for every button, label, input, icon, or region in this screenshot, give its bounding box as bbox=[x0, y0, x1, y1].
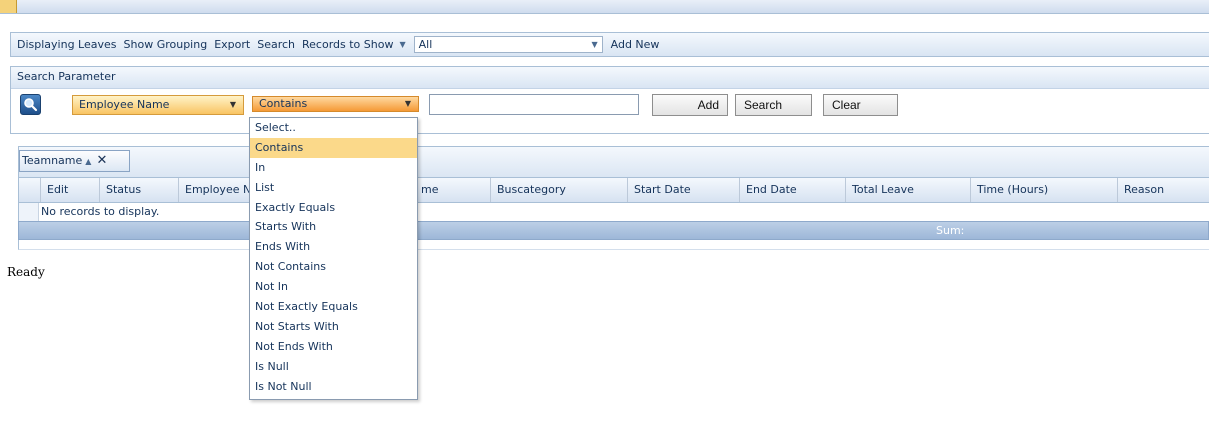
dropdown-option[interactable]: Exactly Equals bbox=[250, 198, 417, 218]
group-chip-teamname[interactable]: Teamname ▲ ✕ bbox=[19, 150, 130, 172]
sort-ascending-icon[interactable]: ▲ bbox=[85, 157, 91, 166]
dropdown-option[interactable]: Contains bbox=[250, 137, 417, 158]
column-start-date[interactable]: Start Date bbox=[627, 178, 739, 202]
dropdown-option[interactable]: Is Not Null bbox=[250, 377, 417, 397]
search-submit-button[interactable]: Search bbox=[735, 94, 812, 116]
dropdown-option[interactable]: Select.. bbox=[250, 118, 417, 138]
records-to-show-value: All bbox=[418, 38, 433, 51]
dropdown-option[interactable]: Not Starts With bbox=[250, 317, 417, 337]
dropdown-option[interactable]: Ends With bbox=[250, 237, 417, 257]
row-indent bbox=[19, 203, 39, 221]
operator-dropdown-list: Select.. Contains In List Exactly Equals Star… bbox=[249, 117, 418, 400]
records-to-show-select[interactable]: All ▼ bbox=[413, 36, 603, 53]
dropdown-option[interactable]: Starts With bbox=[250, 217, 417, 237]
add-new-button[interactable]: Add New bbox=[611, 38, 660, 51]
chevron-down-icon: ▼ bbox=[591, 40, 598, 49]
dropdown-option[interactable]: In bbox=[250, 158, 417, 178]
grid-footer: Sum: bbox=[18, 221, 1209, 240]
column-reason[interactable]: Reason bbox=[1117, 178, 1209, 202]
operator-select[interactable]: Contains ▼ bbox=[252, 96, 419, 112]
search-value-input[interactable] bbox=[429, 94, 639, 115]
no-records-text: No records to display. bbox=[41, 205, 160, 218]
dropdown-option[interactable]: Not Exactly Equals bbox=[250, 297, 417, 317]
column-status[interactable]: Status bbox=[99, 178, 178, 202]
grid-toolbar: Displaying Leaves Show Grouping Export S… bbox=[10, 32, 1209, 57]
chevron-down-icon: ▼ bbox=[404, 99, 411, 108]
column-edit[interactable]: Edit bbox=[40, 178, 99, 202]
dropdown-option[interactable]: List bbox=[250, 178, 417, 198]
operator-select-value: Contains bbox=[259, 97, 308, 110]
add-button[interactable]: Add bbox=[652, 94, 728, 116]
chevron-down-icon[interactable]: ▼ bbox=[399, 40, 405, 49]
dropdown-option[interactable]: Not Ends With bbox=[250, 337, 417, 357]
column-time-hours[interactable]: Time (Hours) bbox=[970, 178, 1117, 202]
displaying-leaves-label: Displaying Leaves bbox=[17, 38, 117, 51]
column-buscategory[interactable]: Buscategory bbox=[490, 178, 627, 202]
search-parameter-panel: Search Parameter Employee Name ▼ Contain… bbox=[10, 66, 1209, 134]
group-panel: Teamname ▲ ✕ bbox=[18, 146, 1209, 178]
status-text: Ready bbox=[7, 265, 45, 279]
header-indent bbox=[19, 178, 40, 202]
search-parameter-header: Search Parameter bbox=[11, 67, 1209, 89]
dropdown-option[interactable]: Is Null bbox=[250, 357, 417, 377]
clear-button[interactable]: Clear bbox=[823, 94, 898, 116]
records-to-show-label: Records to Show bbox=[302, 38, 394, 51]
dropdown-option[interactable]: Not Contains bbox=[250, 257, 417, 277]
grid-bottom bbox=[18, 240, 1209, 250]
window-top-strip bbox=[0, 0, 1209, 14]
search-icon[interactable] bbox=[20, 94, 41, 115]
chevron-down-icon: ▼ bbox=[229, 100, 236, 109]
show-grouping-button[interactable]: Show Grouping bbox=[124, 38, 208, 51]
field-select-value: Employee Name bbox=[79, 98, 170, 111]
dropdown-option[interactable]: Not In bbox=[250, 277, 417, 297]
export-button[interactable]: Export bbox=[214, 38, 250, 51]
leaves-grid: Teamname ▲ ✕ Edit Status Employee N me Bus… bbox=[18, 146, 1209, 258]
window-tab bbox=[0, 0, 17, 13]
remove-group-icon[interactable]: ✕ bbox=[96, 153, 107, 168]
column-total-leave[interactable]: Total Leave bbox=[845, 178, 970, 202]
column-employee-name[interactable]: Employee N bbox=[178, 178, 249, 202]
search-button[interactable]: Search bbox=[257, 38, 295, 51]
grid-header: Edit Status Employee N me Buscategory St… bbox=[18, 178, 1209, 203]
empty-row: No records to display. bbox=[18, 203, 1209, 221]
group-chip-label: Teamname bbox=[22, 154, 83, 167]
column-end-date[interactable]: End Date bbox=[739, 178, 845, 202]
field-select[interactable]: Employee Name ▼ bbox=[72, 95, 244, 115]
footer-sum-label: Sum: bbox=[936, 224, 965, 237]
